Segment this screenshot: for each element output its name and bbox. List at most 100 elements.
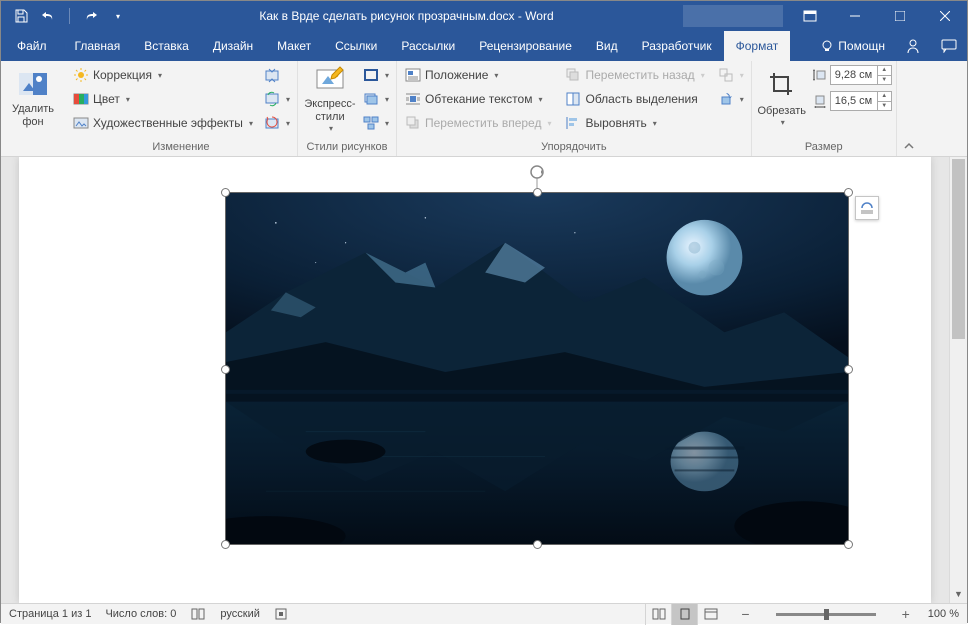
- vertical-scrollbar[interactable]: ▲ ▼: [949, 157, 967, 603]
- remove-background-button[interactable]: Удалить фон: [5, 63, 61, 135]
- tab-developer[interactable]: Разработчик: [630, 31, 724, 61]
- ribbon-tab-strip: Файл Главная Вставка Дизайн Макет Ссылки…: [1, 31, 967, 61]
- position-button[interactable]: Положение▾: [401, 63, 556, 87]
- width-down[interactable]: ▼: [878, 102, 891, 111]
- tab-file[interactable]: Файл: [1, 31, 63, 61]
- title-bar: ▾ Как в Врде сделать рисунок прозрачным.…: [1, 1, 967, 31]
- spell-check-status[interactable]: [190, 607, 206, 621]
- tab-home[interactable]: Главная: [63, 31, 133, 61]
- minimize-button[interactable]: [832, 1, 877, 31]
- page-number-status[interactable]: Страница 1 из 1: [9, 608, 91, 620]
- macro-icon: [274, 607, 288, 621]
- rotate-button[interactable]: ▾: [715, 87, 747, 111]
- selection-pane-icon: [565, 91, 581, 107]
- position-icon: [405, 67, 421, 83]
- height-input[interactable]: 9,28 см▲▼: [830, 65, 892, 85]
- word-count-status[interactable]: Число слов: 0: [105, 608, 176, 620]
- compress-icon: [264, 67, 280, 83]
- align-button[interactable]: Выровнять▾: [561, 111, 708, 135]
- picture-border-button[interactable]: ▾: [360, 63, 392, 87]
- resize-handle-bl[interactable]: [221, 540, 230, 549]
- tab-design[interactable]: Дизайн: [201, 31, 265, 61]
- undo-button[interactable]: [37, 4, 61, 28]
- zoom-in-button[interactable]: +: [898, 606, 914, 622]
- layout-options-button[interactable]: [855, 196, 879, 220]
- help-button[interactable]: Помощн: [810, 39, 895, 53]
- group-button: ▾: [715, 63, 747, 87]
- resize-handle-tm[interactable]: [533, 188, 542, 197]
- compress-pictures-button[interactable]: [261, 63, 293, 87]
- layout-icon: [363, 115, 379, 131]
- group-label-arrange: Упорядочить: [401, 139, 747, 156]
- redo-button[interactable]: [78, 4, 102, 28]
- tab-insert[interactable]: Вставка: [132, 31, 201, 61]
- zoom-level[interactable]: 100 %: [928, 608, 959, 620]
- tab-layout[interactable]: Макет: [265, 31, 323, 61]
- height-up[interactable]: ▲: [878, 66, 891, 76]
- ribbon-display-options-button[interactable]: [787, 1, 832, 31]
- macro-status[interactable]: [274, 607, 288, 621]
- group-icon: [718, 67, 734, 83]
- bring-forward-icon: [405, 115, 421, 131]
- color-icon: [73, 91, 89, 107]
- zoom-thumb[interactable]: [824, 609, 829, 620]
- resize-handle-ml[interactable]: [221, 365, 230, 374]
- rotate-handle[interactable]: [529, 164, 545, 180]
- resize-handle-br[interactable]: [844, 540, 853, 549]
- zoom-out-button[interactable]: −: [737, 606, 753, 622]
- window-title: Как в Врде сделать рисунок прозрачным.do…: [130, 9, 683, 23]
- quick-styles-icon: [314, 64, 346, 96]
- width-up[interactable]: ▲: [878, 92, 891, 102]
- picture-effects-button[interactable]: ▾: [360, 87, 392, 111]
- maximize-button[interactable]: [877, 1, 922, 31]
- send-backward-icon: [565, 67, 581, 83]
- document-page[interactable]: [19, 157, 931, 603]
- wrap-text-button[interactable]: Обтекание текстом▾: [401, 87, 556, 111]
- close-button[interactable]: [922, 1, 967, 31]
- view-buttons: [645, 604, 723, 625]
- border-icon: [363, 67, 379, 83]
- user-account-box[interactable]: [683, 5, 783, 27]
- scroll-thumb[interactable]: [952, 159, 965, 339]
- width-icon: [812, 93, 828, 109]
- web-layout-button[interactable]: [697, 604, 723, 625]
- artistic-icon: [73, 115, 89, 131]
- resize-handle-tl[interactable]: [221, 188, 230, 197]
- share-button[interactable]: [895, 31, 931, 61]
- width-input[interactable]: 16,5 см▲▼: [830, 91, 892, 111]
- scroll-down[interactable]: ▼: [950, 585, 967, 603]
- collapse-ribbon-button[interactable]: [897, 61, 921, 156]
- language-status[interactable]: русский: [220, 608, 259, 620]
- change-picture-button[interactable]: ▾: [261, 87, 293, 111]
- read-mode-button[interactable]: [645, 604, 671, 625]
- wrap-icon: [405, 91, 421, 107]
- crop-icon: [766, 71, 798, 103]
- corrections-button[interactable]: Коррекция▾: [69, 63, 257, 87]
- tab-references[interactable]: Ссылки: [323, 31, 389, 61]
- picture-layout-button[interactable]: ▾: [360, 111, 392, 135]
- picture-content: [225, 192, 849, 545]
- reset-icon: [264, 115, 280, 131]
- resize-handle-bm[interactable]: [533, 540, 542, 549]
- selection-pane-button[interactable]: Область выделения: [561, 87, 708, 111]
- reset-picture-button[interactable]: ▾: [261, 111, 293, 135]
- artistic-effects-button[interactable]: Художественные эффекты▾: [69, 111, 257, 135]
- effects-icon: [363, 91, 379, 107]
- quick-styles-button[interactable]: Экспресс-стили ▾: [302, 63, 358, 135]
- print-layout-button[interactable]: [671, 604, 697, 625]
- zoom-slider[interactable]: [776, 613, 876, 616]
- tab-mailings[interactable]: Рассылки: [389, 31, 467, 61]
- height-down[interactable]: ▼: [878, 76, 891, 85]
- crop-button[interactable]: Обрезать ▾: [756, 63, 808, 135]
- resize-handle-tr[interactable]: [844, 188, 853, 197]
- save-button[interactable]: [9, 4, 33, 28]
- tab-format[interactable]: Формат: [724, 31, 791, 61]
- tab-view[interactable]: Вид: [584, 31, 630, 61]
- tab-review[interactable]: Рецензирование: [467, 31, 584, 61]
- qat-customize-button[interactable]: ▾: [106, 4, 130, 28]
- comments-button[interactable]: [931, 31, 967, 61]
- resize-handle-mr[interactable]: [844, 365, 853, 374]
- color-button[interactable]: Цвет▾: [69, 87, 257, 111]
- selected-picture[interactable]: [225, 192, 849, 545]
- rotate-icon: [718, 91, 734, 107]
